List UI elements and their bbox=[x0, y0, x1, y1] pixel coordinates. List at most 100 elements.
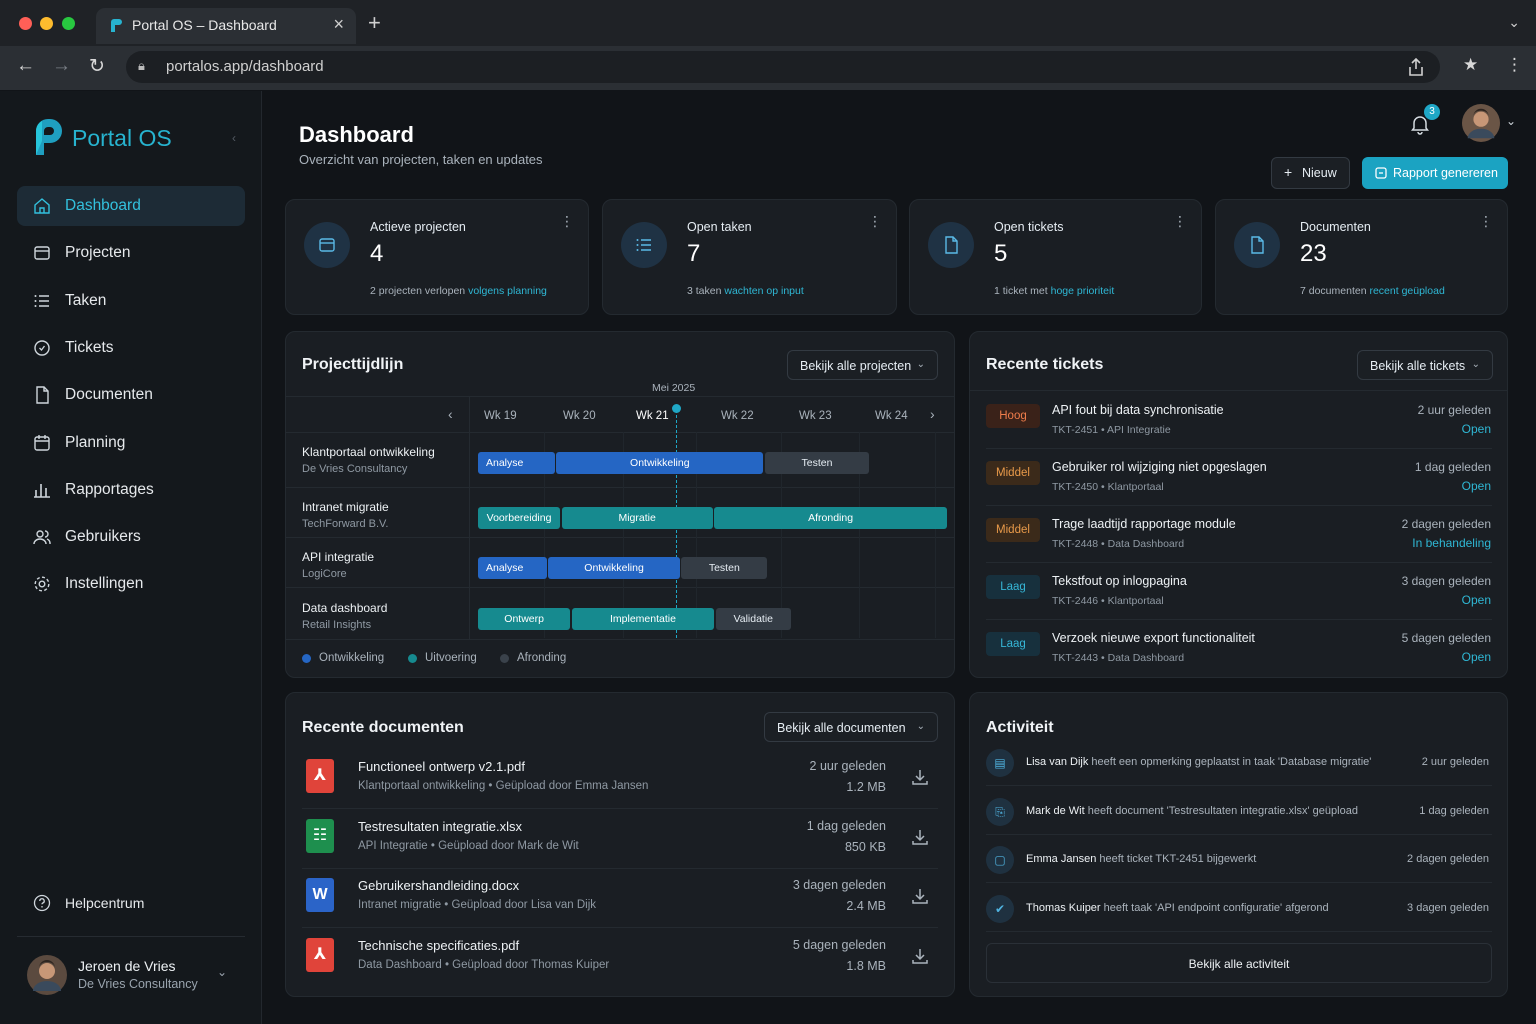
view-all-tickets-button[interactable]: Bekijk alle tickets ⌄ bbox=[1357, 350, 1493, 380]
stat-subtext-highlight[interactable]: volgens planning bbox=[468, 285, 547, 297]
download-icon[interactable] bbox=[910, 946, 930, 966]
ticket-status: Open bbox=[1461, 593, 1491, 607]
phase-bar[interactable]: Implementatie bbox=[571, 608, 715, 630]
maximize-window-button[interactable] bbox=[62, 17, 75, 30]
ticket-id: TKT-2446 bbox=[1052, 595, 1099, 607]
phase-bar[interactable]: Migratie bbox=[561, 507, 713, 529]
download-icon[interactable] bbox=[910, 767, 930, 787]
activity-item[interactable]: ▤ Lisa van Dijk heeft een opmerking gepla… bbox=[970, 747, 1507, 793]
bar-chart-icon bbox=[33, 481, 51, 499]
view-all-documents-button[interactable]: Bekijk alle documenten ⌄ bbox=[764, 712, 938, 742]
stat-value: 23 bbox=[1300, 240, 1327, 267]
share-icon[interactable] bbox=[1408, 58, 1424, 76]
user-profile-menu[interactable]: Jeroen de Vries De Vries Consultancy ⌄ bbox=[17, 936, 245, 1016]
project-name: Klantportaal ontwikkeling bbox=[302, 445, 435, 459]
new-tab-icon[interactable]: + bbox=[368, 10, 381, 36]
divider bbox=[302, 808, 938, 809]
collapse-sidebar-icon[interactable]: ‹ bbox=[232, 131, 236, 145]
list-icon bbox=[33, 292, 51, 310]
notifications-button[interactable]: 3 bbox=[1408, 104, 1440, 136]
more-options-icon[interactable]: ⋮ bbox=[560, 214, 574, 228]
phase-bar[interactable]: Ontwikkeling bbox=[556, 452, 764, 474]
sidebar-item-projecten[interactable]: Projecten bbox=[17, 233, 245, 273]
sidebar-item-gebruikers[interactable]: Gebruikers bbox=[17, 517, 245, 557]
sidebar-item-taken[interactable]: Taken bbox=[17, 281, 245, 321]
sidebar-item-label: Tickets bbox=[65, 338, 114, 356]
activity-age: 3 dagen geleden bbox=[1407, 902, 1489, 915]
activity-item[interactable]: ✔ Thomas Kuiper heeft taak 'API endpoint … bbox=[970, 893, 1507, 939]
ticket-row[interactable]: Middel Gebruiker rol wijziging niet opges… bbox=[970, 449, 1507, 506]
view-all-projects-button[interactable]: Bekijk alle projecten ⌄ bbox=[787, 350, 938, 380]
stat-subtext-highlight[interactable]: wachten op input bbox=[724, 285, 803, 297]
timeline-prev-icon[interactable]: ‹ bbox=[448, 406, 453, 422]
ticket-id: TKT-2450 bbox=[1052, 481, 1099, 493]
user-name: Jeroen de Vries bbox=[78, 958, 176, 974]
back-icon[interactable]: ← bbox=[16, 55, 35, 77]
view-all-activity-button[interactable]: Bekijk alle activiteit bbox=[986, 943, 1492, 983]
new-button[interactable]: + Nieuw bbox=[1271, 157, 1350, 189]
home-icon bbox=[33, 197, 51, 215]
legend-label: Uitvoering bbox=[425, 652, 477, 664]
generate-report-button[interactable]: Rapport genereren bbox=[1362, 157, 1508, 189]
close-tab-icon[interactable]: × bbox=[333, 14, 344, 35]
phase-bar[interactable]: Ontwikkeling bbox=[548, 557, 680, 579]
phase-bar[interactable]: Voorbereiding bbox=[478, 507, 561, 529]
phase-bar[interactable]: Afronding bbox=[714, 507, 947, 529]
stat-label: Actieve projecten bbox=[370, 220, 466, 234]
lock-icon: 🔒︎ bbox=[138, 58, 145, 73]
separator-dot: • bbox=[1098, 652, 1108, 664]
document-row[interactable]: ⅄ Technische specificaties.pdf Data Dashbo… bbox=[286, 930, 954, 988]
view-all-documents-label: Bekijk alle documenten bbox=[777, 721, 906, 735]
close-window-button[interactable] bbox=[19, 17, 32, 30]
sidebar-item-planning[interactable]: Planning bbox=[17, 423, 245, 463]
phase-bar[interactable]: Ontwerp bbox=[478, 608, 571, 630]
address-bar[interactable]: 🔒︎ portalos.app/dashboard bbox=[126, 51, 1440, 83]
stat-subtext: 1 ticket met hoge prioriteit bbox=[994, 285, 1114, 297]
legend-swatch bbox=[408, 654, 417, 663]
sidebar-item-instellingen[interactable]: Instellingen bbox=[17, 564, 245, 604]
activity-user: Emma Jansen bbox=[1026, 853, 1097, 866]
ticket-project: Data Dashboard bbox=[1107, 652, 1185, 664]
download-icon[interactable] bbox=[910, 886, 930, 906]
ticket-row[interactable]: Laag Verzoek nieuwe export functionalitei… bbox=[970, 620, 1507, 676]
phase-bar[interactable]: Testen bbox=[681, 557, 768, 579]
ticket-row[interactable]: Laag Tekstfout op inlogpagina TKT-2446 • K… bbox=[970, 563, 1507, 620]
activity-item[interactable]: ⎘ Mark de Wit heeft document 'Testresulta… bbox=[970, 796, 1507, 842]
bookmark-star-icon[interactable]: ★ bbox=[1463, 55, 1478, 75]
phase-bar[interactable]: Analyse bbox=[478, 557, 547, 579]
stat-subtext-highlight[interactable]: hoge prioriteit bbox=[1051, 285, 1115, 297]
sidebar-item-dashboard[interactable]: Dashboard bbox=[17, 186, 245, 226]
users-icon bbox=[33, 528, 51, 546]
help-center-link[interactable]: Helpcentrum bbox=[17, 886, 245, 920]
ticket-row[interactable]: Middel Trage laadtijd rapportage module TK… bbox=[970, 506, 1507, 563]
more-options-icon[interactable]: ⋮ bbox=[1479, 214, 1493, 228]
phase-bar[interactable]: Testen bbox=[764, 452, 869, 474]
document-row[interactable]: ☷ Testresultaten integratie.xlsx API Integ… bbox=[286, 811, 954, 869]
browser-tab[interactable]: Portal OS – Dashboard × bbox=[96, 8, 356, 44]
activity-item[interactable]: ▢ Emma Jansen heeft ticket TKT-2451 bijge… bbox=[970, 844, 1507, 890]
download-icon[interactable] bbox=[910, 827, 930, 847]
document-row[interactable]: ⅄ Functioneel ontwerp v2.1.pdf Klantportaa… bbox=[286, 751, 954, 809]
phase-bar[interactable]: Analyse bbox=[478, 452, 556, 474]
more-options-icon[interactable]: ⋮ bbox=[1173, 214, 1187, 228]
tab-list-chevron-icon[interactable]: ⌄ bbox=[1508, 14, 1520, 31]
sidebar-item-tickets[interactable]: Tickets bbox=[17, 328, 245, 368]
timeline-next-icon[interactable]: › bbox=[930, 406, 935, 422]
document-row[interactable]: W Gebruikershandleiding.docx Intranet migr… bbox=[286, 870, 954, 928]
account-menu[interactable]: ⌄ bbox=[1462, 104, 1518, 142]
activity-user: Mark de Wit bbox=[1026, 804, 1085, 817]
portal-logo-icon bbox=[36, 119, 62, 155]
ticket-row[interactable]: Hoog API fout bij data synchronisatie TKT-… bbox=[970, 392, 1507, 449]
minimize-window-button[interactable] bbox=[40, 17, 53, 30]
list-icon bbox=[621, 222, 667, 268]
reload-icon[interactable]: ↻ bbox=[89, 55, 105, 78]
sidebar-item-documenten[interactable]: Documenten bbox=[17, 375, 245, 415]
phase-bar[interactable]: Validatie bbox=[715, 608, 791, 630]
browser-menu-icon[interactable]: ⋮ bbox=[1506, 55, 1523, 75]
sidebar-item-rapportages[interactable]: Rapportages bbox=[17, 470, 245, 510]
separator-dot: • bbox=[1098, 481, 1108, 493]
separator-dot: • bbox=[1098, 424, 1108, 436]
forward-icon[interactable]: → bbox=[52, 55, 71, 77]
stat-subtext-highlight[interactable]: recent geüpload bbox=[1369, 285, 1444, 297]
more-options-icon[interactable]: ⋮ bbox=[868, 214, 882, 228]
